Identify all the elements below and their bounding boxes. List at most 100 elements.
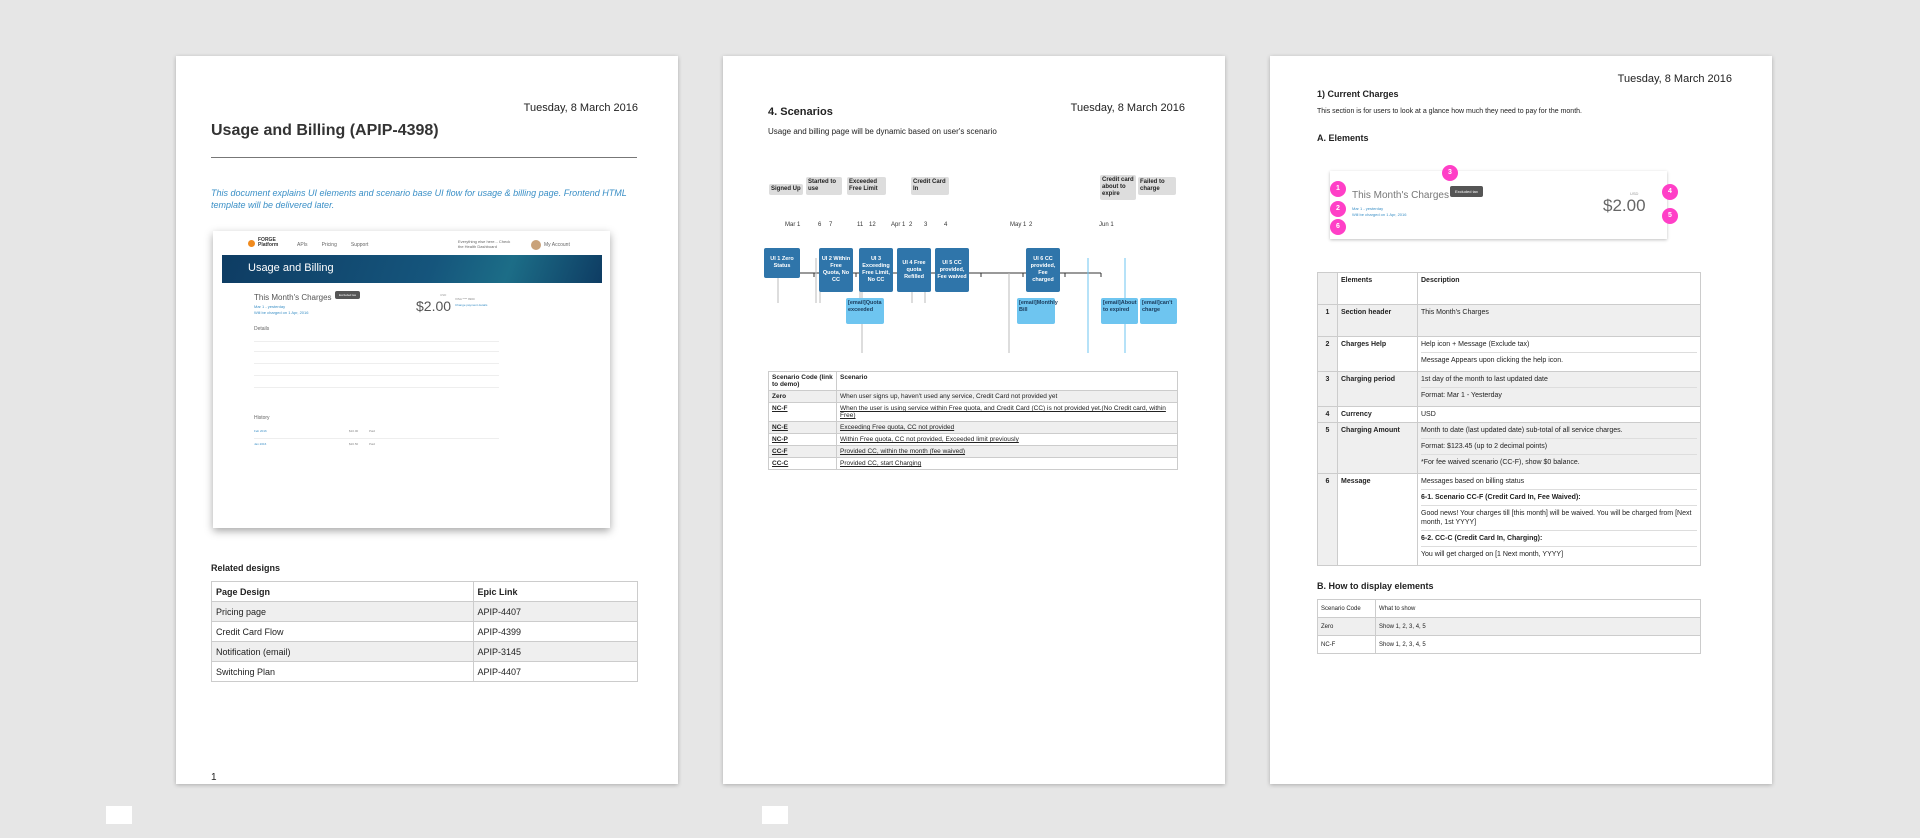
elements-heading: A. Elements: [1317, 133, 1369, 143]
scenario-code-link[interactable]: NC-F: [768, 402, 837, 422]
table-header: Scenario Code: [1317, 599, 1376, 618]
table-header: Scenario Code (link to demo): [768, 371, 837, 391]
timeline-tick: 2: [1029, 222, 1033, 228]
table-cell: APIP-3145: [472, 641, 639, 662]
annotation-pin-3: 3: [1442, 165, 1458, 181]
timeline-tick: Apr 1: [891, 222, 906, 228]
page-thumbnail-marker[interactable]: [106, 806, 132, 824]
element-desc-line: Good news! Your charges till [this month…: [1421, 505, 1697, 530]
table-header: Elements: [1337, 272, 1418, 305]
timeline-tick: 2: [909, 222, 913, 228]
page-thumbnail-marker[interactable]: [762, 806, 788, 824]
event-credit-card-in: Credit Card In: [911, 177, 949, 195]
element-desc-line: Messages based on billing status: [1421, 478, 1525, 485]
scenario-desc: When user signs up, haven't used any ser…: [836, 390, 1178, 403]
how-to-display-table: Scenario Code What to show Zero Show 1, …: [1317, 599, 1701, 654]
table-cell: Notification (email): [211, 641, 474, 662]
avatar: [531, 240, 541, 250]
element-name: Charging Amount: [1337, 422, 1418, 474]
screenshot-help-tip: Excluded tax: [335, 291, 361, 299]
element-desc: This Month's Charges: [1417, 304, 1701, 337]
shot-header: This Month's Charges: [1352, 190, 1449, 201]
table-row: NC-F Show 1, 2, 3, 4, 5: [1317, 635, 1701, 654]
scenario-code-link[interactable]: NC-E: [768, 421, 837, 434]
document-page-3: Tuesday, 8 March 2016 1) Current Charges…: [1270, 56, 1772, 784]
history-status: Paid: [369, 442, 376, 446]
element-desc-line: Help icon + Message (Exclude tax): [1421, 341, 1530, 348]
email-event-box: [email]Quota exceeded: [846, 298, 884, 324]
table-header: What to show: [1375, 599, 1701, 618]
usage-billing-screenshot: FORGE Platform APIs Pricing Support Ever…: [213, 231, 610, 528]
table-row: CC-C Provided CC, start Charging: [768, 457, 1178, 470]
ui-state-box: UI 1 Zero Status: [764, 248, 800, 278]
page-date: Tuesday, 8 March 2016: [523, 102, 638, 114]
scenario-code-link[interactable]: CC-F: [768, 445, 837, 458]
table-row: 6 Message Messages based on billing stat…: [1317, 473, 1701, 566]
event-started-to-use: Started to use: [806, 177, 842, 195]
screenshot-card-link: Change payment details: [455, 303, 488, 307]
document-title: Usage and Billing (APIP-4398): [211, 122, 439, 139]
element-number: 3: [1317, 371, 1338, 407]
scenario-desc: Provided CC, within the month (fee waive…: [836, 445, 1178, 458]
screenshot-period-2: Will be charged on 1 Apr, 2016: [254, 310, 309, 315]
related-designs-heading: Related designs: [211, 563, 281, 573]
screenshot-nav-support: Support: [350, 242, 369, 248]
title-divider: [211, 157, 637, 158]
table-row: NC-F When the user is using service with…: [768, 402, 1178, 422]
section-title: 4. Scenarios: [768, 106, 833, 118]
annotation-pin-4: 4: [1662, 184, 1678, 200]
divider: [254, 438, 499, 439]
screenshot-nav-pricing: Pricing: [321, 242, 337, 248]
element-name: Message: [1337, 473, 1418, 566]
timeline-tick: May 1: [1010, 222, 1027, 228]
scenario-desc: Within Free quota, CC not provided, Exce…: [836, 433, 1178, 446]
screenshot-charges-card: This Month's Charges Excluded tax Mar 1 …: [247, 291, 577, 523]
timeline-tick: 12: [869, 222, 876, 228]
shot-period-2: Will be charged on 1 Apr, 2016: [1352, 212, 1407, 217]
element-name: Section header: [1337, 304, 1418, 337]
page-date: Tuesday, 8 March 2016: [1617, 73, 1732, 85]
element-desc: 1st day of the month to last updated dat…: [1417, 371, 1701, 407]
timeline-tick: 11: [857, 222, 864, 228]
annotation-pin-2: 2: [1330, 201, 1346, 217]
element-number: 5: [1317, 422, 1338, 474]
event-exceeded-free-limit: Exceeded Free Limit: [847, 177, 886, 195]
scenario-code-link[interactable]: CC-C: [768, 457, 837, 470]
timeline-tick: Mar 1: [785, 222, 801, 228]
element-desc-line: 1st day of the month to last updated dat…: [1421, 376, 1548, 383]
screenshot-banner-title: Usage and Billing: [248, 262, 334, 274]
table-row: NC-P Within Free quota, CC not provided,…: [768, 433, 1178, 446]
event-signed-up: Signed Up: [769, 184, 803, 195]
table-row: Notification (email) APIP-3145: [211, 641, 639, 662]
element-desc-line: 6-1. Scenario CC-F (Credit Card In, Fee …: [1421, 489, 1697, 505]
ui-state-box: UI 3 Exceeding Free Limit, No CC: [859, 248, 893, 292]
table-row: 5 Charging Amount Month to date (last up…: [1317, 422, 1701, 474]
element-desc-line: Message Appears upon clicking the help i…: [1421, 352, 1697, 368]
charges-element-screenshot: This Month's Charges Excluded tax Mar 1 …: [1330, 171, 1667, 239]
scenario-code: Zero: [768, 390, 837, 403]
table-row: 2 Charges Help Help icon + Message (Excl…: [1317, 336, 1701, 372]
element-number: 2: [1317, 336, 1338, 372]
ui-state-box: UI 2 Within Free Quota, No CC: [819, 248, 853, 292]
screenshot-details-title: Details: [254, 326, 270, 332]
table-header: Scenario: [836, 371, 1178, 391]
history-month: Jan 2016: [254, 442, 267, 446]
screenshot-brand: FORGE Platform: [258, 237, 279, 248]
table-row: NC-E Exceeding Free quota, CC not provid…: [768, 421, 1178, 434]
history-status: Paid: [369, 429, 376, 433]
scenario-code-link[interactable]: NC-P: [768, 433, 837, 446]
screenshot-navbar: FORGE Platform APIs Pricing Support Ever…: [213, 231, 610, 255]
timeline-tick: 4: [944, 222, 948, 228]
timeline-tick: 6: [818, 222, 822, 228]
annotation-pin-1: 1: [1330, 181, 1346, 197]
table-cell: Pricing page: [211, 601, 474, 622]
forge-logo-icon: [248, 240, 255, 247]
annotation-pin-5: 5: [1662, 208, 1678, 224]
shot-tip: Excluded tax: [1450, 186, 1483, 197]
table-header: Page Design: [211, 581, 474, 602]
page-number: 1: [211, 772, 217, 783]
table-row: Zero Show 1, 2, 3, 4, 5: [1317, 617, 1701, 636]
element-number: 1: [1317, 304, 1338, 337]
screenshot-promo: Everything else here... Check the Health…: [458, 239, 511, 249]
element-name: Charging period: [1337, 371, 1418, 407]
